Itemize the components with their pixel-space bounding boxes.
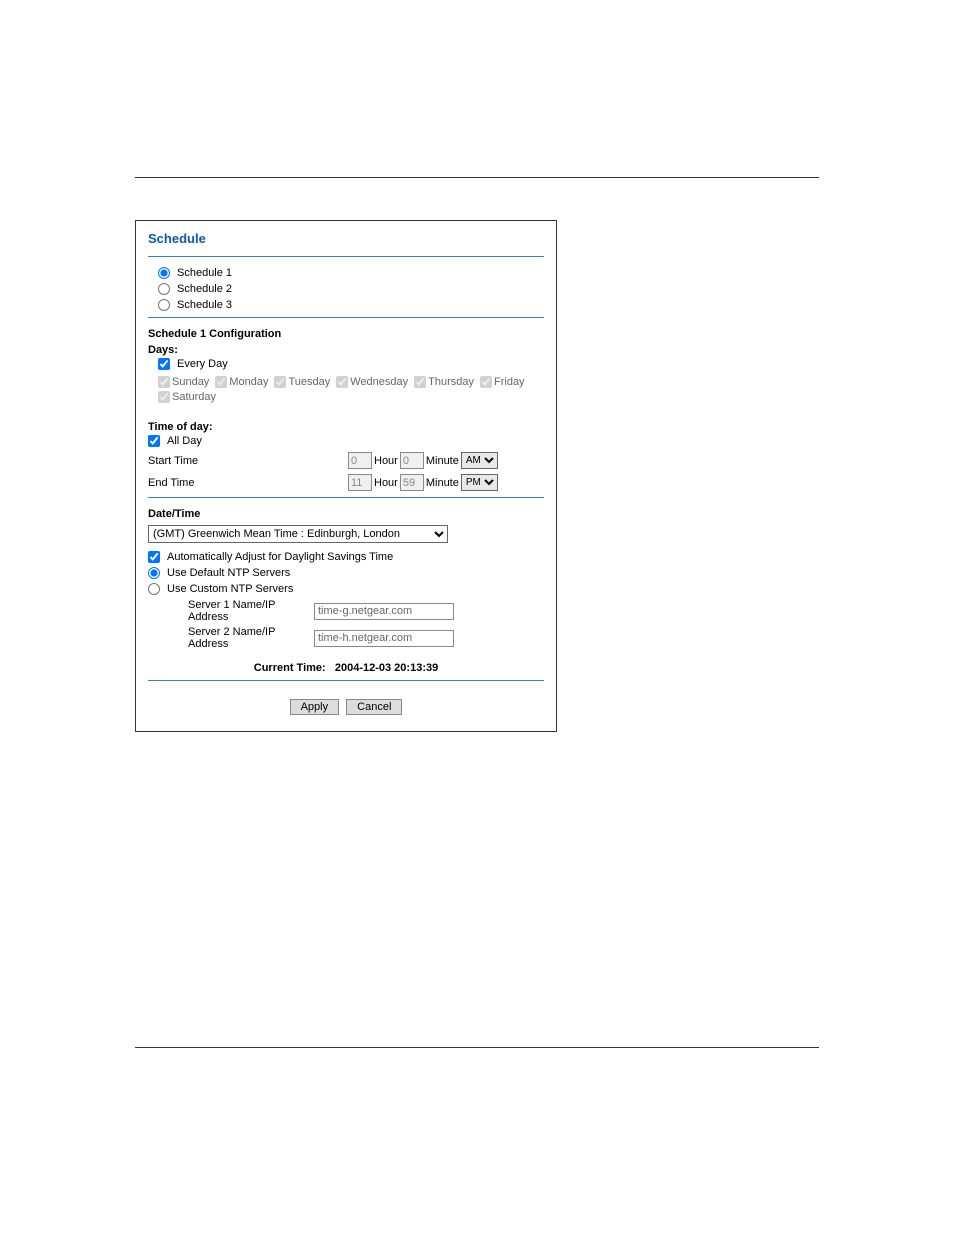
saturday-label: Saturday	[172, 391, 216, 403]
days-row: Sunday Monday Tuesday Wednesday Thursday…	[158, 376, 544, 403]
start-time-label: Start Time	[148, 455, 348, 467]
current-time-row: Current Time: 2004-12-03 20:13:39	[148, 662, 544, 674]
every-day-checkbox[interactable]	[158, 358, 170, 370]
monday-checkbox[interactable]	[215, 376, 227, 388]
friday-label: Friday	[494, 376, 525, 388]
friday-checkbox[interactable]	[480, 376, 492, 388]
start-minute-input[interactable]	[400, 452, 424, 469]
tuesday-checkbox[interactable]	[274, 376, 286, 388]
default-ntp-label: Use Default NTP Servers	[167, 567, 290, 579]
apply-button[interactable]: Apply	[290, 699, 340, 715]
current-time-label: Current Time:	[254, 662, 326, 674]
sunday-checkbox[interactable]	[158, 376, 170, 388]
server2-label: Server 2 Name/IP Address	[188, 626, 308, 650]
days-heading: Days:	[148, 344, 544, 356]
server1-input[interactable]	[314, 603, 454, 620]
time-of-day-heading: Time of day:	[148, 421, 544, 433]
bottom-horizontal-rule	[135, 1047, 819, 1048]
minute-label: Minute	[426, 455, 459, 467]
divider	[148, 497, 544, 498]
config-heading: Schedule 1 Configuration	[148, 328, 544, 340]
every-day-label: Every Day	[177, 358, 228, 370]
panel-title: Schedule	[148, 231, 544, 246]
schedule-2-radio[interactable]	[158, 283, 170, 295]
divider	[148, 317, 544, 318]
minute-label: Minute	[426, 477, 459, 489]
end-minute-input[interactable]	[400, 474, 424, 491]
top-horizontal-rule	[135, 177, 819, 178]
all-day-checkbox[interactable]	[148, 435, 160, 447]
all-day-label: All Day	[167, 435, 202, 447]
hour-label: Hour	[374, 477, 398, 489]
default-ntp-radio[interactable]	[148, 567, 160, 579]
timezone-select[interactable]: (GMT) Greenwich Mean Time : Edinburgh, L…	[148, 525, 448, 543]
end-hour-input[interactable]	[348, 474, 372, 491]
end-time-label: End Time	[148, 477, 348, 489]
custom-ntp-label: Use Custom NTP Servers	[167, 583, 293, 595]
divider	[148, 256, 544, 257]
tuesday-label: Tuesday	[288, 376, 330, 388]
dst-label: Automatically Adjust for Daylight Saving…	[167, 551, 393, 563]
start-ampm-select[interactable]: AM	[461, 452, 498, 469]
start-hour-input[interactable]	[348, 452, 372, 469]
end-ampm-select[interactable]: PM	[461, 474, 498, 491]
cancel-button[interactable]: Cancel	[346, 699, 402, 715]
thursday-label: Thursday	[428, 376, 474, 388]
server2-input[interactable]	[314, 630, 454, 647]
sunday-label: Sunday	[172, 376, 209, 388]
divider	[148, 680, 544, 681]
schedule-3-label: Schedule 3	[177, 299, 232, 311]
current-time-value: 2004-12-03 20:13:39	[335, 662, 438, 674]
wednesday-checkbox[interactable]	[336, 376, 348, 388]
schedule-panel: Schedule Schedule 1 Schedule 2 Schedule …	[135, 220, 557, 732]
dst-checkbox[interactable]	[148, 551, 160, 563]
custom-ntp-radio[interactable]	[148, 583, 160, 595]
monday-label: Monday	[229, 376, 268, 388]
schedule-3-radio[interactable]	[158, 299, 170, 311]
saturday-checkbox[interactable]	[158, 391, 170, 403]
wednesday-label: Wednesday	[350, 376, 408, 388]
datetime-heading: Date/Time	[148, 508, 544, 520]
thursday-checkbox[interactable]	[414, 376, 426, 388]
schedule-2-label: Schedule 2	[177, 283, 232, 295]
schedule-1-label: Schedule 1	[177, 267, 232, 279]
hour-label: Hour	[374, 455, 398, 467]
schedule-1-radio[interactable]	[158, 267, 170, 279]
server1-label: Server 1 Name/IP Address	[188, 599, 308, 623]
